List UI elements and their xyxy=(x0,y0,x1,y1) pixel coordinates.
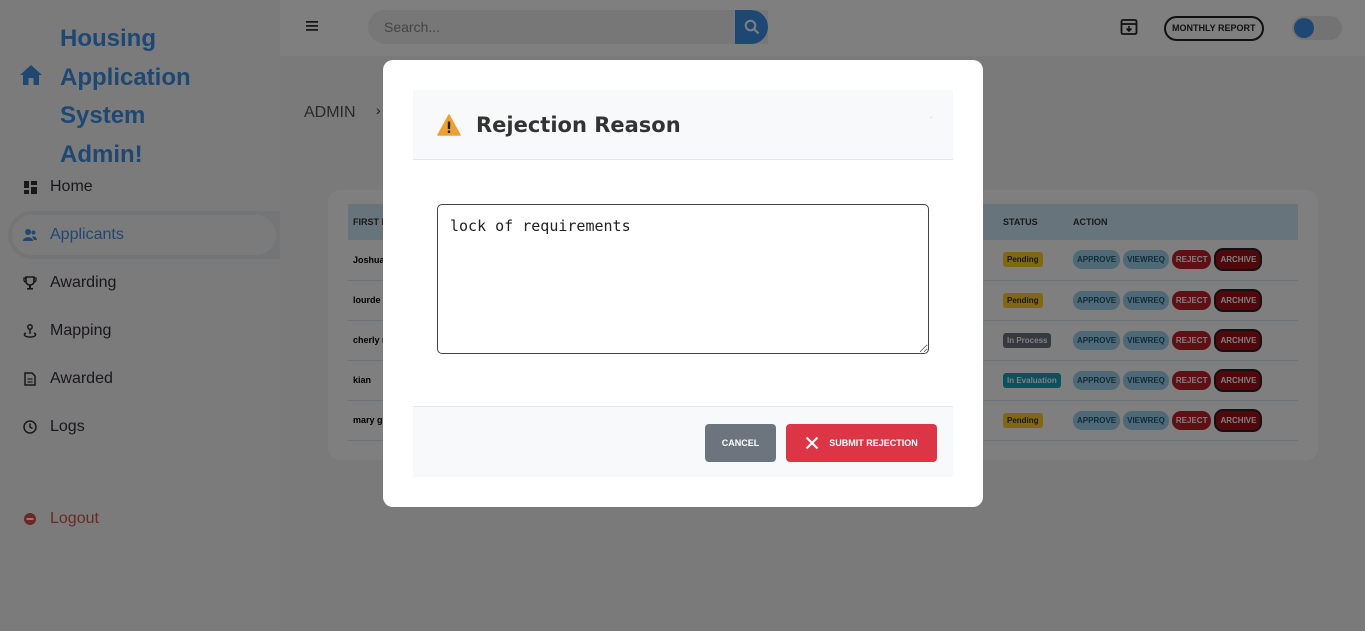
cancel-label: CANCEL xyxy=(721,438,760,448)
submit-label: SUBMIT REJECTION xyxy=(829,438,918,448)
close-icon[interactable]: · xyxy=(930,112,933,123)
modal-footer: CANCEL SUBMIT REJECTION xyxy=(413,406,953,477)
rejection-reason-input[interactable]: lock of requirements xyxy=(437,204,929,354)
warning-icon xyxy=(437,114,461,136)
submit-rejection-button[interactable]: SUBMIT REJECTION xyxy=(786,424,937,462)
cancel-button[interactable]: CANCEL xyxy=(705,424,776,462)
modal-header: Rejection Reason · xyxy=(413,90,953,160)
close-x-icon xyxy=(806,436,819,450)
modal-title: Rejection Reason xyxy=(476,113,681,137)
rejection-modal: Rejection Reason · lock of requirements … xyxy=(383,60,983,507)
